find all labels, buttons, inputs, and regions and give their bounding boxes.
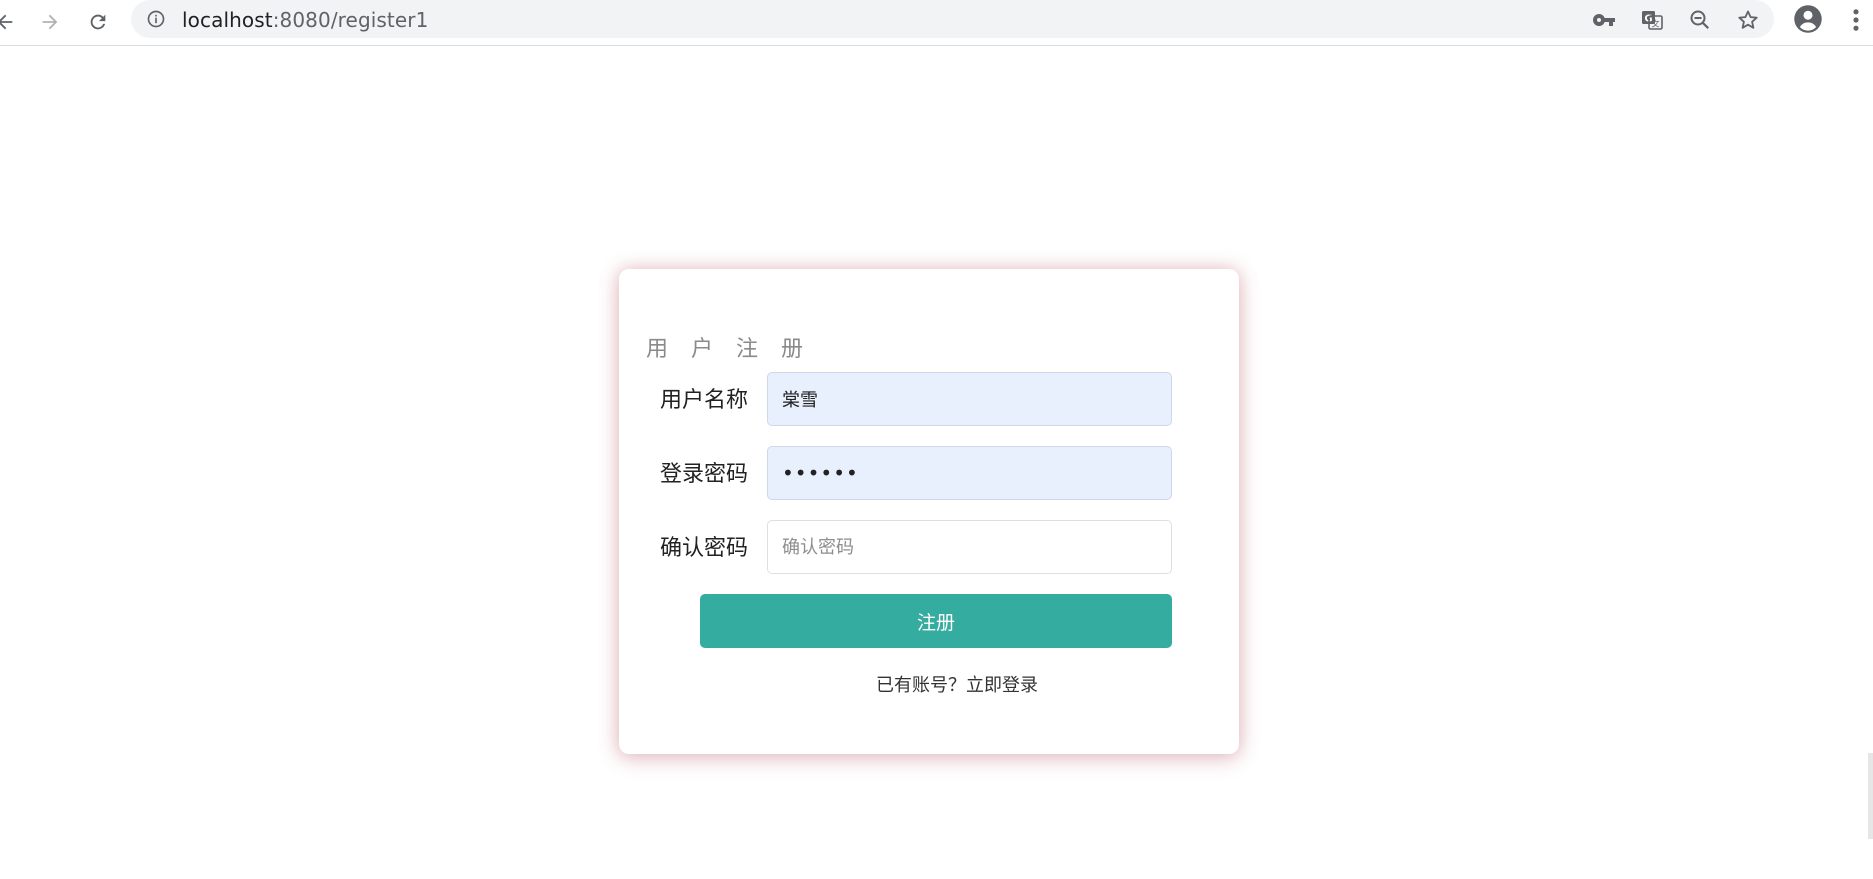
forward-arrow-icon (42, 14, 58, 30)
username-input[interactable] (767, 372, 1172, 426)
username-label: 用户名称 (660, 388, 749, 413)
password-input[interactable] (767, 446, 1172, 500)
password-label: 登录密码 (660, 462, 749, 487)
info-icon[interactable] (146, 9, 166, 29)
address-bar[interactable]: localhost:8080/register1 G 文 (131, 0, 1774, 38)
register-card: 用 户 注 册 用户名称 登录密码 确认密码 注册 已有账号？立即登录 (619, 269, 1239, 754)
forward-button[interactable] (33, 5, 67, 39)
login-link[interactable]: 已有账号？立即登录 (619, 671, 1239, 697)
star-icon[interactable] (1736, 8, 1760, 32)
key-icon[interactable] (1592, 8, 1616, 32)
zoom-out-icon[interactable] (1688, 8, 1712, 32)
back-button[interactable] (0, 5, 22, 39)
svg-text:文: 文 (1652, 19, 1660, 29)
menu-icon[interactable] (1849, 6, 1863, 34)
url-host: localhost (182, 8, 273, 32)
register-button[interactable]: 注册 (700, 594, 1172, 648)
reload-icon (90, 14, 106, 30)
reload-button[interactable] (81, 5, 115, 39)
form-title: 用 户 注 册 (646, 337, 811, 362)
back-arrow-icon (0, 14, 13, 30)
translate-icon[interactable]: G 文 (1640, 8, 1664, 32)
browser-toolbar: localhost:8080/register1 G 文 (0, 0, 1873, 46)
url-text[interactable]: localhost:8080/register1 (182, 8, 428, 32)
confirm-password-label: 确认密码 (660, 536, 749, 561)
profile-icon[interactable] (1793, 4, 1823, 34)
confirm-password-input[interactable] (767, 520, 1172, 574)
url-path: :8080/register1 (272, 8, 429, 32)
scrollbar-fragment[interactable] (1868, 753, 1873, 839)
